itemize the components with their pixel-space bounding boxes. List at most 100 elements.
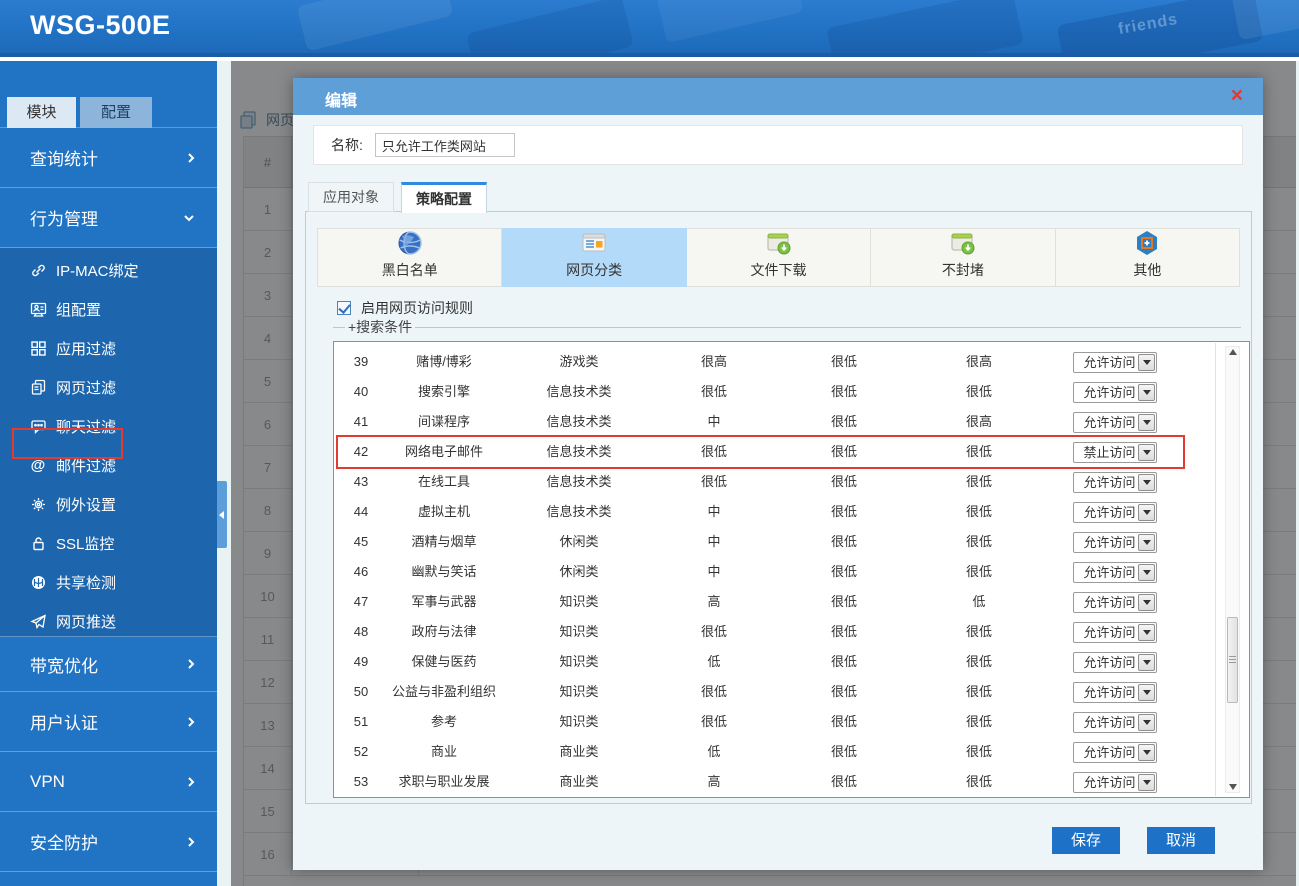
rule-action-select[interactable]: 允许访问 (1073, 351, 1157, 373)
rule-action-select[interactable]: 允许访问 (1073, 381, 1157, 403)
sidebar-section-security[interactable]: 安全防护 (0, 812, 217, 872)
rule-level-3: 很低 (965, 474, 992, 489)
tab-modules[interactable]: 模块 (7, 97, 76, 128)
rule-level-1: 中 (707, 504, 721, 519)
sidebar-item-exception-settings[interactable]: 例外设置 (0, 485, 217, 524)
cancel-button[interactable]: 取消 (1147, 827, 1215, 854)
dropdown-arrow-icon[interactable] (1138, 443, 1155, 461)
rule-action-select[interactable]: 允许访问 (1073, 591, 1157, 613)
rule-number: 52 (353, 744, 369, 759)
dropdown-arrow-icon[interactable] (1138, 713, 1155, 731)
category-rule-row: 48 政府与法律 知识类 很低 很低 很低 允许访问 (338, 617, 1183, 647)
dropdown-arrow-icon[interactable] (1138, 383, 1155, 401)
category-rule-row: 40 搜索引擎 信息技术类 很低 很低 很低 允许访问 (338, 377, 1183, 407)
enable-rule-checkbox[interactable] (337, 301, 351, 315)
sidebar-section-user-auth[interactable]: 用户认证 (0, 692, 217, 752)
sidebar-section-vpn[interactable]: VPN (0, 752, 217, 812)
rule-level-3: 很低 (965, 744, 992, 759)
icon-tab-file-download[interactable]: 文件下载 (686, 228, 872, 287)
dropdown-arrow-icon[interactable] (1138, 653, 1155, 671)
sidebar-collapse-handle[interactable] (216, 481, 227, 548)
icon-tab-web-category[interactable]: 网页分类 (502, 228, 687, 287)
rule-category: 商业类 (559, 774, 599, 789)
rule-category: 知识类 (559, 624, 599, 639)
table-scrollbar[interactable] (1225, 346, 1240, 793)
icon-tab-blackwhite-list[interactable]: 黑白名单 (317, 228, 503, 287)
rule-action-select[interactable]: 允许访问 (1073, 501, 1157, 523)
rule-name: 在线工具 (417, 474, 470, 489)
sidebar-item-ssl-monitor[interactable]: SSL监控 (0, 524, 217, 563)
rule-name: 政府与法律 (411, 624, 477, 639)
active-item-red-outline (12, 428, 123, 459)
rule-action-select[interactable]: 允许访问 (1073, 531, 1157, 553)
scroll-down-icon[interactable] (1226, 784, 1239, 790)
rule-name: 间谍程序 (417, 414, 470, 429)
dropdown-arrow-icon[interactable] (1138, 743, 1155, 761)
rule-level-2: 很低 (830, 414, 857, 429)
rule-level-2: 很低 (830, 654, 857, 669)
dropdown-arrow-icon[interactable] (1138, 773, 1155, 791)
rule-action-select[interactable]: 允许访问 (1073, 651, 1157, 673)
name-field-row: 名称: (313, 125, 1243, 165)
sidebar-item-web-filter[interactable]: 网页过滤 (0, 368, 217, 407)
dropdown-arrow-icon[interactable] (1138, 353, 1155, 371)
sidebar-item-ip-mac-binding[interactable]: IP-MAC绑定 (0, 251, 217, 290)
rule-level-1: 高 (707, 774, 721, 789)
dropdown-arrow-icon[interactable] (1138, 563, 1155, 581)
tab-config[interactable]: 配置 (80, 97, 152, 128)
rule-action-select[interactable]: 禁止访问 (1073, 441, 1157, 463)
rule-action-select[interactable]: 允许访问 (1073, 561, 1157, 583)
rule-level-2: 很低 (830, 774, 857, 789)
tab-policy-config[interactable]: 策略配置 (401, 182, 487, 213)
sidebar-item-group-config[interactable]: 组配置 (0, 290, 217, 329)
rule-action-select[interactable]: 允许访问 (1073, 471, 1157, 493)
rule-level-1: 很低 (700, 474, 727, 489)
dropdown-arrow-icon[interactable] (1138, 413, 1155, 431)
sidebar-item-app-filter[interactable]: 应用过滤 (0, 329, 217, 368)
link-icon (29, 262, 47, 279)
rule-level-1: 很低 (700, 384, 727, 399)
rule-number: 42 (353, 444, 369, 459)
policy-config-panel: 黑白名单 网页分类 文件下载 不封堵 其他 启用网页访问规则 +搜索条件 39 … (305, 211, 1252, 804)
sidebar-section-bandwidth[interactable]: 带宽优化 (0, 637, 217, 692)
rule-action-select[interactable]: 允许访问 (1073, 741, 1157, 763)
scroll-up-icon[interactable] (1226, 349, 1239, 355)
sidebar-item-share-detect[interactable]: 共享检测 (0, 563, 217, 602)
sidebar-section-query-stats[interactable]: 查询统计 (0, 128, 217, 188)
icon-tab-other[interactable]: 其他 (1055, 228, 1241, 287)
search-condition-label[interactable]: +搜索条件 (345, 317, 415, 337)
no-block-download-icon (951, 233, 975, 255)
close-icon[interactable]: × (1231, 84, 1243, 108)
dropdown-arrow-icon[interactable] (1138, 503, 1155, 521)
collapse-left-icon (219, 510, 224, 519)
rule-name: 求职与职业发展 (398, 774, 490, 789)
category-rules-table: 39 赌博/博彩 游戏类 很高 很低 很高 允许访问 40 搜索引擎 信息技术类… (333, 341, 1250, 798)
sidebar-item-web-push[interactable]: 网页推送 (0, 602, 217, 641)
rule-action-value: 允许访问 (1083, 684, 1136, 700)
dialog-title: 编辑 (325, 93, 358, 110)
dropdown-arrow-icon[interactable] (1138, 533, 1155, 551)
sidebar-section-behavior-mgmt[interactable]: 行为管理 (0, 188, 217, 248)
icon-tab-no-block[interactable]: 不封堵 (871, 228, 1056, 287)
rule-action-select[interactable]: 允许访问 (1073, 621, 1157, 643)
save-button[interactable]: 保存 (1052, 827, 1120, 854)
name-input[interactable] (374, 133, 515, 157)
scrollbar-thumb[interactable] (1227, 617, 1238, 703)
rule-number: 49 (353, 654, 369, 669)
dropdown-arrow-icon[interactable] (1138, 623, 1155, 641)
webpage-icon (29, 379, 47, 396)
tab-apply-objects[interactable]: 应用对象 (308, 182, 394, 212)
rule-number: 53 (353, 774, 369, 789)
rule-action-value: 允许访问 (1083, 564, 1136, 580)
dropdown-arrow-icon[interactable] (1138, 473, 1155, 491)
rule-action-select[interactable]: 允许访问 (1073, 711, 1157, 733)
dropdown-arrow-icon[interactable] (1138, 593, 1155, 611)
rule-action-select[interactable]: 允许访问 (1073, 681, 1157, 703)
rule-name: 网络电子邮件 (404, 444, 483, 459)
rule-action-select[interactable]: 允许访问 (1073, 771, 1157, 793)
dropdown-arrow-icon[interactable] (1138, 683, 1155, 701)
rule-action-select[interactable]: 允许访问 (1073, 411, 1157, 433)
at-icon: @ (30, 457, 46, 474)
rule-name: 军事与武器 (411, 594, 477, 609)
rule-name: 搜索引擎 (417, 384, 470, 399)
